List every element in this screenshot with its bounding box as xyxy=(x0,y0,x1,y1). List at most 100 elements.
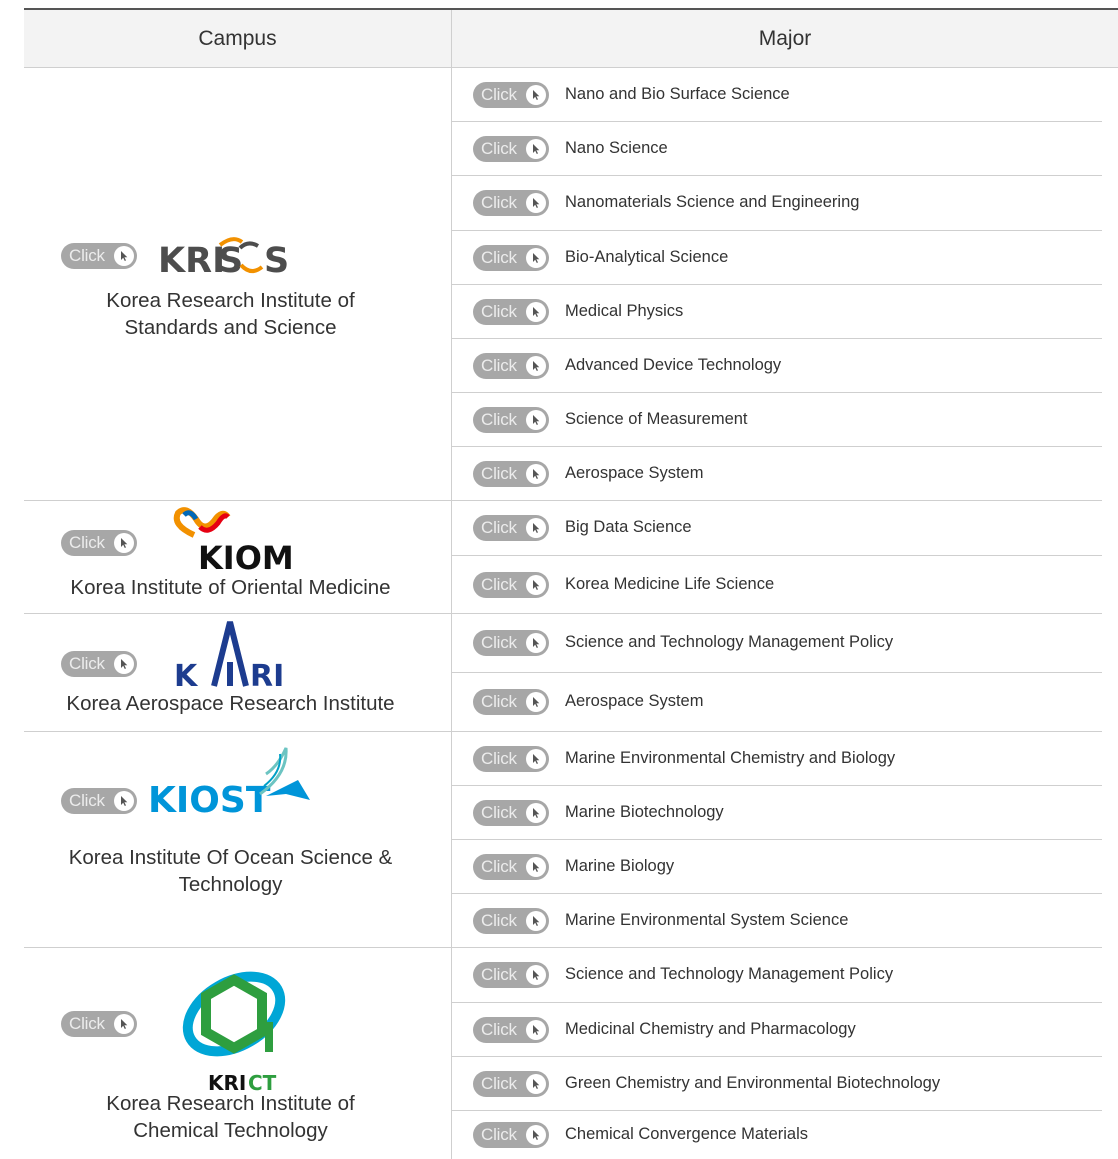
major-label: Chemical Convergence Materials xyxy=(565,1125,809,1143)
svg-text:KRI: KRI xyxy=(208,1071,246,1092)
major-row: Click Medical Physics xyxy=(452,285,1102,339)
major-label: Nano Science xyxy=(565,139,668,157)
cursor-icon xyxy=(526,965,546,985)
major-row: Click Big Data Science xyxy=(452,501,1102,556)
major-click-button[interactable]: Click xyxy=(473,630,549,656)
major-label: Green Chemistry and Environmental Biotec… xyxy=(565,1074,941,1092)
cursor-icon xyxy=(526,692,546,712)
krict-click-button[interactable]: Click xyxy=(61,1011,137,1037)
kiost-click-button[interactable]: Click xyxy=(61,788,137,814)
kriss-logo: KRI S S xyxy=(158,236,303,283)
major-row: Click Science and Technology Management P… xyxy=(452,948,1102,1003)
campus-column-header: Campus xyxy=(198,27,277,50)
major-click-button[interactable]: Click xyxy=(473,746,549,772)
click-label: Click xyxy=(481,857,517,876)
cursor-icon xyxy=(114,533,134,553)
major-row: Click Medicinal Chemistry and Pharmacolog… xyxy=(452,1003,1102,1057)
major-row: Click Science and Technology Management P… xyxy=(452,614,1102,673)
click-label: Click xyxy=(481,1020,517,1039)
major-label: Aerospace System xyxy=(565,464,704,482)
major-row: Click Marine Biology xyxy=(452,840,1102,894)
cursor-icon xyxy=(526,85,546,105)
click-label: Click xyxy=(69,1014,105,1033)
svg-text:CT: CT xyxy=(248,1071,277,1092)
cursor-icon xyxy=(526,803,546,823)
svg-text:K: K xyxy=(174,659,199,688)
svg-text:KIOM: KIOM xyxy=(198,539,294,573)
click-label: Click xyxy=(69,533,105,552)
major-click-button[interactable]: Click xyxy=(473,800,549,826)
cursor-icon xyxy=(526,749,546,769)
cursor-icon xyxy=(526,857,546,877)
major-click-button[interactable]: Click xyxy=(473,515,549,541)
cursor-icon xyxy=(526,633,546,653)
major-click-button[interactable]: Click xyxy=(473,962,549,988)
click-label: Click xyxy=(481,302,517,321)
click-label: Click xyxy=(481,803,517,822)
kiom-name-line1: Korea Institute of Oriental Medicine xyxy=(70,576,391,599)
campus-cell-kiom: Click KIOM Korea Institute of Oriental M… xyxy=(24,501,451,614)
svg-text:RI: RI xyxy=(250,659,284,688)
kriss-click-button[interactable]: Click xyxy=(61,243,137,269)
major-row: Click Nano and Bio Surface Science xyxy=(452,68,1102,122)
cursor-icon xyxy=(114,791,134,811)
major-click-button[interactable]: Click xyxy=(473,572,549,598)
click-label: Click xyxy=(481,410,517,429)
major-click-button[interactable]: Click xyxy=(473,908,549,934)
major-click-button[interactable]: Click xyxy=(473,461,549,487)
major-click-button[interactable]: Click xyxy=(473,136,549,162)
major-click-button[interactable]: Click xyxy=(473,1122,549,1148)
major-click-button[interactable]: Click xyxy=(473,190,549,216)
svg-text:KRI: KRI xyxy=(158,241,225,278)
major-click-button[interactable]: Click xyxy=(473,689,549,715)
kriss-name-line2: Standards and Science xyxy=(124,316,337,339)
click-label: Click xyxy=(481,356,517,375)
major-label: Science and Technology Management Policy xyxy=(565,965,894,983)
major-row: Click Bio-Analytical Science xyxy=(452,231,1102,285)
cursor-icon xyxy=(526,410,546,430)
major-label: Marine Biotechnology xyxy=(565,803,724,821)
major-label: Korea Medicine Life Science xyxy=(565,575,775,593)
major-click-button[interactable]: Click xyxy=(473,854,549,880)
click-label: Click xyxy=(481,85,517,104)
major-label: Medicinal Chemistry and Pharmacology xyxy=(565,1020,856,1038)
major-label: Bio-Analytical Science xyxy=(565,248,729,266)
click-label: Click xyxy=(481,749,517,768)
click-label: Click xyxy=(481,248,517,267)
click-label: Click xyxy=(69,246,105,265)
cursor-icon xyxy=(114,246,134,266)
major-label: Science and Technology Management Policy xyxy=(565,633,894,651)
major-click-button[interactable]: Click xyxy=(473,407,549,433)
click-label: Click xyxy=(481,1125,517,1144)
major-label: Marine Environmental System Science xyxy=(565,911,849,929)
major-click-button[interactable]: Click xyxy=(473,82,549,108)
svg-text:S: S xyxy=(264,241,289,278)
major-click-button[interactable]: Click xyxy=(473,1017,549,1043)
kari-logo: K RI xyxy=(174,618,304,694)
major-label: Marine Environmental Chemistry and Biolo… xyxy=(565,749,896,767)
click-label: Click xyxy=(481,518,517,537)
krict-name-line1: Korea Research Institute of xyxy=(106,1092,355,1115)
cursor-icon xyxy=(114,654,134,674)
click-label: Click xyxy=(481,911,517,930)
krict-name-line2: Chemical Technology xyxy=(133,1119,328,1142)
cursor-icon xyxy=(526,518,546,538)
major-row: Click Marine Environmental System Science xyxy=(452,894,1102,948)
cursor-icon xyxy=(526,193,546,213)
cursor-icon xyxy=(526,356,546,376)
major-row: Click Advanced Device Technology xyxy=(452,339,1102,393)
kiom-click-button[interactable]: Click xyxy=(61,530,137,556)
major-click-button[interactable]: Click xyxy=(473,299,549,325)
click-label: Click xyxy=(481,965,517,984)
major-click-button[interactable]: Click xyxy=(473,353,549,379)
major-row: Click Chemical Convergence Materials xyxy=(452,1111,1102,1158)
click-label: Click xyxy=(481,1074,517,1093)
major-click-button[interactable]: Click xyxy=(473,245,549,271)
kari-click-button[interactable]: Click xyxy=(61,651,137,677)
click-label: Click xyxy=(481,575,517,594)
cursor-icon xyxy=(526,1020,546,1040)
click-label: Click xyxy=(481,692,517,711)
krict-logo: KRI CT xyxy=(174,962,294,1097)
table-header: Campus Major xyxy=(24,10,1118,68)
major-click-button[interactable]: Click xyxy=(473,1071,549,1097)
